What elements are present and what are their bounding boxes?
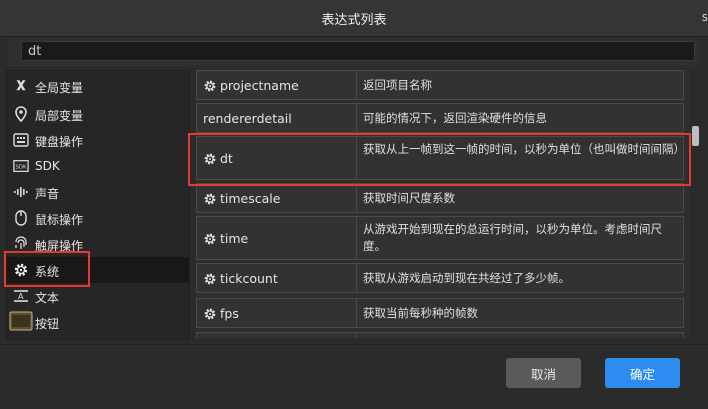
expression-name-cell: fps bbox=[197, 299, 357, 327]
dialog-footer: 取消 确定 bbox=[0, 344, 708, 409]
expression-name: timescale bbox=[220, 191, 281, 206]
cancel-button[interactable]: 取消 bbox=[506, 358, 581, 388]
sdk-icon: SDK bbox=[13, 158, 29, 174]
category-label: 全局变量 bbox=[35, 81, 84, 95]
edge-text: s bbox=[701, 10, 708, 24]
expression-name-cell: rendererdetail bbox=[197, 104, 357, 132]
expression-row-partial[interactable] bbox=[196, 332, 684, 338]
search-input[interactable] bbox=[21, 41, 695, 61]
ok-button[interactable]: 确定 bbox=[605, 358, 680, 388]
gear-icon bbox=[203, 306, 217, 320]
fingerprint-icon bbox=[13, 236, 29, 252]
expression-name: rendererdetail bbox=[203, 111, 292, 126]
category-global-variables[interactable]: 𝚾 全局变量 bbox=[7, 73, 189, 99]
expression-name: tickcount bbox=[220, 271, 278, 286]
expression-name: time bbox=[220, 231, 249, 246]
gear-icon bbox=[203, 78, 217, 92]
category-sound[interactable]: 声音 bbox=[7, 179, 189, 205]
category-list: 𝚾 全局变量 局部变量 键盘操作 SDK SDK 声音 鼠标操作 触屏操作 系统… bbox=[6, 70, 190, 340]
expression-description: 从游戏开始到现在的总运行时间，以秒为单位。考虑时间尺度。 bbox=[363, 222, 662, 253]
sound-wave-icon bbox=[13, 184, 29, 200]
expression-description: 获取当前每秒种的帧数 bbox=[363, 306, 478, 320]
category-button[interactable]: 按钮 bbox=[7, 309, 189, 335]
expression-row-time[interactable]: time 从游戏开始到现在的总运行时间，以秒为单位。考虑时间尺度。 bbox=[196, 216, 684, 260]
expression-row-projectname[interactable]: projectname 返回项目名称 bbox=[196, 70, 684, 100]
selected-category-highlight bbox=[4, 251, 90, 287]
expression-name-cell: time bbox=[197, 217, 357, 259]
selected-expression-highlight bbox=[188, 133, 691, 186]
expression-description: 可能的情况下，返回渲染硬件的信息 bbox=[363, 111, 547, 125]
category-sdk[interactable]: SDK SDK bbox=[7, 153, 189, 179]
text-icon: A bbox=[13, 288, 29, 304]
expression-name-cell: tickcount bbox=[197, 264, 357, 292]
expression-name-cell: timescale bbox=[197, 184, 357, 212]
title-bar: 表达式列表 s bbox=[0, 0, 708, 37]
scrollbar-thumb[interactable] bbox=[692, 126, 699, 146]
x-icon: 𝚾 bbox=[16, 78, 26, 94]
expression-row-tickcount[interactable]: tickcount 获取从游戏启动到现在共经过了多少帧。 bbox=[196, 263, 684, 293]
expression-row-fps[interactable]: fps 获取当前每秒种的帧数 bbox=[196, 298, 684, 328]
svg-text:A: A bbox=[18, 292, 24, 301]
expression-list: projectname 返回项目名称 rendererdetail 可能的情况下… bbox=[196, 70, 690, 338]
gear-icon bbox=[203, 191, 217, 205]
expression-name-cell bbox=[197, 333, 357, 338]
expression-name: fps bbox=[220, 306, 239, 321]
category-label: 鼠标操作 bbox=[35, 213, 84, 227]
category-local-variables[interactable]: 局部变量 bbox=[7, 101, 189, 127]
svg-text:SDK: SDK bbox=[16, 165, 27, 171]
map-pin-icon bbox=[13, 106, 29, 122]
expression-scrollbar[interactable] bbox=[692, 70, 699, 338]
keyboard-icon bbox=[13, 132, 29, 148]
category-label: 文本 bbox=[35, 291, 60, 305]
gear-icon bbox=[203, 231, 217, 245]
category-label: 按钮 bbox=[35, 317, 60, 331]
dialog-title: 表达式列表 bbox=[321, 13, 387, 28]
search-bar bbox=[9, 38, 699, 66]
expression-list-dialog: 表达式列表 s 𝚾 全局变量 局部变量 键盘操作 SDK SDK bbox=[0, 0, 708, 409]
category-keyboard[interactable]: 键盘操作 bbox=[7, 127, 189, 153]
expression-row-timescale[interactable]: timescale 获取时间尺度系数 bbox=[196, 183, 684, 213]
expression-row-rendererdetail[interactable]: rendererdetail 可能的情况下，返回渲染硬件的信息 bbox=[196, 103, 684, 133]
button-icon bbox=[9, 311, 33, 331]
category-mouse[interactable]: 鼠标操作 bbox=[7, 205, 189, 231]
expression-description: 获取时间尺度系数 bbox=[363, 191, 455, 205]
category-label: 声音 bbox=[35, 187, 60, 201]
mouse-icon bbox=[13, 210, 29, 226]
category-label: 局部变量 bbox=[35, 109, 84, 123]
expression-description: 返回项目名称 bbox=[363, 78, 432, 92]
category-label: 键盘操作 bbox=[35, 135, 84, 149]
gear-icon bbox=[203, 271, 217, 285]
expression-name-cell: projectname bbox=[197, 71, 357, 99]
category-label: SDK bbox=[35, 159, 60, 173]
expression-description: 获取从游戏启动到现在共经过了多少帧。 bbox=[363, 271, 570, 285]
expression-name: projectname bbox=[220, 78, 299, 93]
